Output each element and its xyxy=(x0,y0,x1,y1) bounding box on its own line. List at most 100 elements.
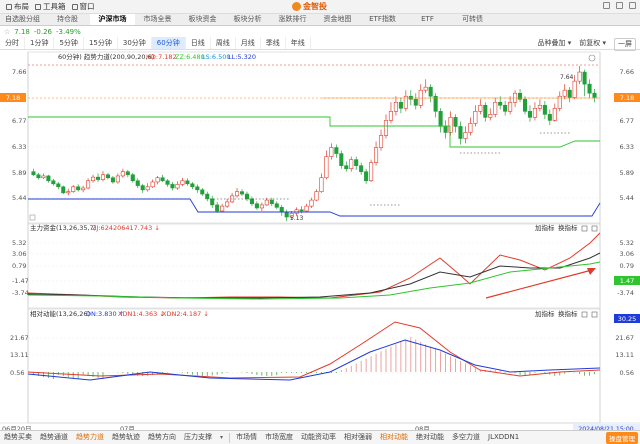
candle-body xyxy=(190,183,195,188)
candle-body xyxy=(383,120,389,136)
app-window: 布局 工具箱 窗口 金智投 自选股分组 持仓股 沪深市场 市场全景 板块资金 板块分析 涨跌… xyxy=(0,0,640,444)
panel3-left-axis: 0.56 xyxy=(10,369,24,377)
indicator2-btn-5[interactable]: 绝对动能 xyxy=(412,431,448,444)
ll-line xyxy=(28,198,601,217)
candle-body xyxy=(508,101,513,112)
candle-body xyxy=(522,98,528,112)
panel2-close-icon[interactable] xyxy=(591,225,598,232)
candle-body xyxy=(344,165,349,169)
candle-body xyxy=(413,98,418,106)
candle-body xyxy=(71,186,76,192)
candle-body xyxy=(468,123,473,133)
panel3-settings-icon[interactable] xyxy=(581,311,588,318)
candle-body xyxy=(200,189,205,195)
indicator-btn-4[interactable]: 趋势方向 xyxy=(144,431,180,444)
candle-body xyxy=(369,162,374,182)
candle-body xyxy=(483,104,488,118)
indicator-btn-0[interactable]: 趋势买卖 xyxy=(0,431,36,444)
panel2-title: 主力资金(13,26,35,7) xyxy=(30,223,96,232)
peak-price-label: 7.64 xyxy=(560,74,574,81)
candle-body xyxy=(378,135,384,148)
candle-body xyxy=(170,184,175,189)
main-right-axis-label: 5.44 xyxy=(620,194,634,202)
panel3-left-axis: 13.11 xyxy=(10,351,29,359)
candle-body xyxy=(299,209,304,212)
panel2-swap-indicator: 换指标 xyxy=(558,223,578,232)
candle-body xyxy=(572,80,577,98)
candle-body xyxy=(160,177,165,182)
candle-body xyxy=(284,211,289,218)
chart-area[interactable]: 7.667.667.227.226.776.776.336.335.895.89… xyxy=(0,0,640,444)
candle-body xyxy=(100,174,106,180)
candle-body xyxy=(567,89,572,98)
panel3-right-axis: 13.11 xyxy=(615,351,634,359)
candle-body xyxy=(210,198,215,206)
indicator-btn-2[interactable]: 趋势力道 xyxy=(72,431,108,444)
candle-body xyxy=(582,71,587,85)
main-left-axis-label: 6.77 xyxy=(12,117,26,125)
candle-body xyxy=(95,176,101,180)
indicator-btn-5[interactable]: 压力支撑 xyxy=(180,431,216,444)
candle-body xyxy=(130,174,135,182)
panel3-add-indicator: 加指标 xyxy=(535,309,555,318)
panel3-left-axis: 21.67 xyxy=(10,334,29,342)
candle-body xyxy=(51,180,56,185)
candle-body xyxy=(249,198,254,205)
candle-body xyxy=(359,165,364,173)
candle-body xyxy=(31,171,36,176)
manage-badge[interactable]: 操盘管理 xyxy=(606,432,638,444)
candle-body xyxy=(354,159,359,166)
candle-body xyxy=(488,114,493,118)
candle-body xyxy=(592,92,597,98)
candle-body xyxy=(443,126,448,133)
candle-body xyxy=(105,174,110,179)
candle-body xyxy=(527,111,533,118)
candle-body xyxy=(309,199,314,207)
indicator2-btn-4[interactable]: 相对动能 xyxy=(376,431,412,444)
panel3-close-icon[interactable] xyxy=(591,311,598,318)
indicator2-btn-6[interactable]: 多空力道 xyxy=(448,431,484,444)
candle-body xyxy=(86,180,91,189)
more-caret-icon[interactable]: ▾ xyxy=(216,431,227,444)
main-left-axis-label: 5.44 xyxy=(12,194,26,202)
candle-body xyxy=(532,108,537,118)
indicator2-btn-1[interactable]: 市场宽度 xyxy=(261,431,297,444)
panel2-settings-icon[interactable] xyxy=(581,225,588,232)
candle-body xyxy=(393,101,398,112)
indicator2-btn-3[interactable]: 相对强弱 xyxy=(340,431,376,444)
panel2-left-axis: 0.79 xyxy=(12,262,26,270)
panel3-xdn1: XDN1:4.363 ↓ xyxy=(118,310,165,318)
candle-body xyxy=(155,177,160,183)
candle-body xyxy=(329,147,334,157)
panel3-right-axis: 0.56 xyxy=(620,369,634,377)
main-indicator-title: 60分钟) 趋势力道(200,90,20,6) xyxy=(58,52,154,61)
indicator2-btn-2[interactable]: 动能资动率 xyxy=(297,431,340,444)
candle-body xyxy=(349,159,354,169)
panel3-right-axis: 21.67 xyxy=(615,334,634,342)
candle-body xyxy=(244,193,250,200)
candle-body xyxy=(304,205,309,212)
main-settings-icon[interactable] xyxy=(588,54,596,62)
candle-body xyxy=(518,92,523,100)
panel3-swap-indicator: 换指标 xyxy=(558,309,578,318)
candle-body xyxy=(493,101,498,115)
candle-body xyxy=(453,117,458,127)
candle-body xyxy=(254,203,259,209)
panel3-blue-line xyxy=(27,339,601,381)
candle-body xyxy=(418,89,423,106)
candle-body xyxy=(503,104,508,112)
candle-body xyxy=(165,180,170,185)
main-right-axis-label: 7.66 xyxy=(620,68,634,76)
candle-body xyxy=(66,191,71,194)
panel2-right-axis: 0.79 xyxy=(620,262,634,270)
indicator-btn-1[interactable]: 趋势通道 xyxy=(36,431,72,444)
main-corner-icon[interactable] xyxy=(29,214,36,221)
indicator-btn-3[interactable]: 趋势轨迹 xyxy=(108,431,144,444)
panel2-black-line xyxy=(27,252,601,299)
indicator-code[interactable]: JLXDDN1 xyxy=(484,431,523,444)
candle-body xyxy=(473,111,478,124)
candle-body xyxy=(577,71,582,82)
indicator2-btn-0[interactable]: 市场情 xyxy=(232,431,261,444)
panel3-title: 相对动能(13,26,26) xyxy=(30,309,90,318)
panel2-add-indicator: 加指标 xyxy=(535,223,555,232)
